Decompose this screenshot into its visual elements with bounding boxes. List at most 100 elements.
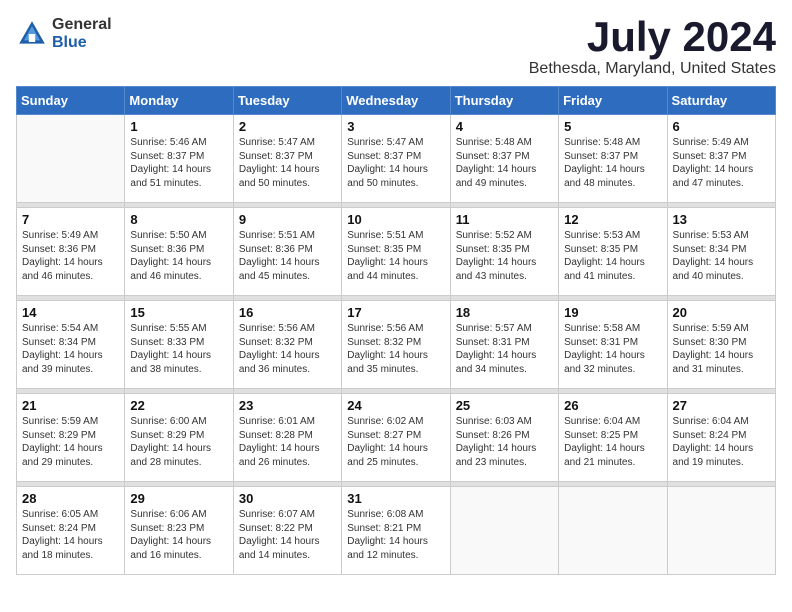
day-number: 29	[130, 491, 227, 506]
calendar-cell: 5 Sunrise: 5:48 AMSunset: 8:37 PMDaylight…	[559, 115, 667, 203]
calendar-cell	[450, 487, 558, 575]
day-number: 3	[347, 119, 444, 134]
day-number: 16	[239, 305, 336, 320]
calendar-cell: 11Sunrise: 5:52 AMSunset: 8:35 PMDayligh…	[450, 208, 558, 296]
day-info: Sunrise: 6:03 AMSunset: 8:26 PMDaylight:…	[456, 415, 553, 469]
calendar-cell: 13 Sunrise: 5:53 AMSunset: 8:34 PMDayligh…	[667, 208, 775, 296]
header-sunday: Sunday	[17, 87, 125, 115]
calendar-cell: 4Sunrise: 5:48 AMSunset: 8:37 PMDaylight…	[450, 115, 558, 203]
calendar-cell: 8 Sunrise: 5:50 AMSunset: 8:36 PMDaylight…	[125, 208, 233, 296]
calendar-cell: 16 Sunrise: 5:56 AMSunset: 8:32 PMDayligh…	[233, 301, 341, 389]
day-info: Sunrise: 5:50 AMSunset: 8:36 PMDaylight:…	[130, 229, 227, 283]
day-info: Sunrise: 5:58 AMSunset: 8:31 PMDaylight:…	[564, 322, 661, 376]
day-info: Sunrise: 6:06 AMSunset: 8:23 PMDaylight:…	[130, 508, 227, 562]
day-info: Sunrise: 6:02 AMSunset: 8:27 PMDaylight:…	[347, 415, 444, 469]
day-number: 12	[564, 212, 661, 227]
day-info: Sunrise: 6:04 AMSunset: 8:25 PMDaylight:…	[564, 415, 661, 469]
logo-blue-label: Blue	[52, 34, 112, 52]
header-saturday: Saturday	[667, 87, 775, 115]
calendar-cell: 18 Sunrise: 5:57 AMSunset: 8:31 PMDayligh…	[450, 301, 558, 389]
calendar-cell: 19 Sunrise: 5:58 AMSunset: 8:31 PMDayligh…	[559, 301, 667, 389]
calendar-cell: 3 Sunrise: 5:47 AMSunset: 8:37 PMDaylight…	[342, 115, 450, 203]
calendar-cell: 17 Sunrise: 5:56 AMSunset: 8:32 PMDayligh…	[342, 301, 450, 389]
calendar-cell: 14 Sunrise: 5:54 AMSunset: 8:34 PMDayligh…	[17, 301, 125, 389]
page: General Blue July 2024 Bethesda, Marylan…	[0, 0, 792, 612]
calendar-cell: 1Sunrise: 5:46 AMSunset: 8:37 PMDaylight…	[125, 115, 233, 203]
day-number: 13	[673, 212, 770, 227]
calendar-cell	[559, 487, 667, 575]
calendar-cell: 9 Sunrise: 5:51 AMSunset: 8:36 PMDaylight…	[233, 208, 341, 296]
calendar-cell: 30Sunrise: 6:07 AMSunset: 8:22 PMDayligh…	[233, 487, 341, 575]
calendar-week-4: 21 Sunrise: 5:59 AMSunset: 8:29 PMDayligh…	[17, 394, 776, 482]
calendar-cell: 25Sunrise: 6:03 AMSunset: 8:26 PMDayligh…	[450, 394, 558, 482]
logo-general-label: General	[52, 16, 112, 34]
calendar-cell: 24 Sunrise: 6:02 AMSunset: 8:27 PMDayligh…	[342, 394, 450, 482]
day-info: Sunrise: 5:53 AMSunset: 8:34 PMDaylight:…	[673, 229, 770, 283]
day-number: 23	[239, 398, 336, 413]
day-number: 31	[347, 491, 444, 506]
header-thursday: Thursday	[450, 87, 558, 115]
day-number: 20	[673, 305, 770, 320]
day-number: 21	[22, 398, 119, 413]
day-number: 28	[22, 491, 119, 506]
calendar-cell: 15 Sunrise: 5:55 AMSunset: 8:33 PMDayligh…	[125, 301, 233, 389]
day-number: 26	[564, 398, 661, 413]
header-friday: Friday	[559, 87, 667, 115]
day-number: 14	[22, 305, 119, 320]
day-info: Sunrise: 5:54 AMSunset: 8:34 PMDaylight:…	[22, 322, 119, 376]
day-number: 15	[130, 305, 227, 320]
header-row: Sunday Monday Tuesday Wednesday Thursday…	[17, 87, 776, 115]
calendar-cell	[17, 115, 125, 203]
calendar-cell	[667, 487, 775, 575]
day-info: Sunrise: 5:48 AMSunset: 8:37 PMDaylight:…	[456, 136, 553, 190]
day-number: 17	[347, 305, 444, 320]
calendar-cell: 21 Sunrise: 5:59 AMSunset: 8:29 PMDayligh…	[17, 394, 125, 482]
day-info: Sunrise: 5:51 AMSunset: 8:36 PMDaylight:…	[239, 229, 336, 283]
day-number: 2	[239, 119, 336, 134]
day-info: Sunrise: 5:56 AMSunset: 8:32 PMDaylight:…	[347, 322, 444, 376]
header: General Blue July 2024 Bethesda, Marylan…	[16, 16, 776, 78]
day-info: Sunrise: 5:56 AMSunset: 8:32 PMDaylight:…	[239, 322, 336, 376]
day-number: 18	[456, 305, 553, 320]
day-number: 8	[130, 212, 227, 227]
day-info: Sunrise: 5:49 AMSunset: 8:36 PMDaylight:…	[22, 229, 119, 283]
day-info: Sunrise: 5:47 AMSunset: 8:37 PMDaylight:…	[239, 136, 336, 190]
calendar-cell: 29 Sunrise: 6:06 AMSunset: 8:23 PMDayligh…	[125, 487, 233, 575]
calendar-table: Sunday Monday Tuesday Wednesday Thursday…	[16, 86, 776, 575]
day-number: 11	[456, 212, 553, 227]
calendar-cell: 31 Sunrise: 6:08 AMSunset: 8:21 PMDayligh…	[342, 487, 450, 575]
day-number: 19	[564, 305, 661, 320]
calendar-cell: 6Sunrise: 5:49 AMSunset: 8:37 PMDaylight…	[667, 115, 775, 203]
day-info: Sunrise: 6:08 AMSunset: 8:21 PMDaylight:…	[347, 508, 444, 562]
day-info: Sunrise: 6:04 AMSunset: 8:24 PMDaylight:…	[673, 415, 770, 469]
calendar-cell: 26 Sunrise: 6:04 AMSunset: 8:25 PMDayligh…	[559, 394, 667, 482]
calendar-cell: 7 Sunrise: 5:49 AMSunset: 8:36 PMDaylight…	[17, 208, 125, 296]
day-info: Sunrise: 5:47 AMSunset: 8:37 PMDaylight:…	[347, 136, 444, 190]
header-monday: Monday	[125, 87, 233, 115]
day-number: 9	[239, 212, 336, 227]
header-tuesday: Tuesday	[233, 87, 341, 115]
calendar-cell: 28Sunrise: 6:05 AMSunset: 8:24 PMDayligh…	[17, 487, 125, 575]
day-info: Sunrise: 5:55 AMSunset: 8:33 PMDaylight:…	[130, 322, 227, 376]
day-info: Sunrise: 5:59 AMSunset: 8:30 PMDaylight:…	[673, 322, 770, 376]
day-info: Sunrise: 6:01 AMSunset: 8:28 PMDaylight:…	[239, 415, 336, 469]
day-number: 7	[22, 212, 119, 227]
calendar-cell: 2 Sunrise: 5:47 AMSunset: 8:37 PMDaylight…	[233, 115, 341, 203]
day-number: 5	[564, 119, 661, 134]
day-number: 24	[347, 398, 444, 413]
day-number: 30	[239, 491, 336, 506]
calendar-week-3: 14 Sunrise: 5:54 AMSunset: 8:34 PMDayligh…	[17, 301, 776, 389]
calendar-week-5: 28Sunrise: 6:05 AMSunset: 8:24 PMDayligh…	[17, 487, 776, 575]
calendar-cell: 10Sunrise: 5:51 AMSunset: 8:35 PMDayligh…	[342, 208, 450, 296]
calendar-cell: 20 Sunrise: 5:59 AMSunset: 8:30 PMDayligh…	[667, 301, 775, 389]
day-info: Sunrise: 5:51 AMSunset: 8:35 PMDaylight:…	[347, 229, 444, 283]
day-info: Sunrise: 5:48 AMSunset: 8:37 PMDaylight:…	[564, 136, 661, 190]
logo-text: General Blue	[52, 16, 112, 51]
day-info: Sunrise: 5:57 AMSunset: 8:31 PMDaylight:…	[456, 322, 553, 376]
day-info: Sunrise: 5:59 AMSunset: 8:29 PMDaylight:…	[22, 415, 119, 469]
day-info: Sunrise: 5:46 AMSunset: 8:37 PMDaylight:…	[130, 136, 227, 190]
logo-icon	[16, 18, 48, 50]
month-title: July 2024	[529, 16, 776, 58]
day-number: 6	[673, 119, 770, 134]
calendar-week-2: 7 Sunrise: 5:49 AMSunset: 8:36 PMDaylight…	[17, 208, 776, 296]
